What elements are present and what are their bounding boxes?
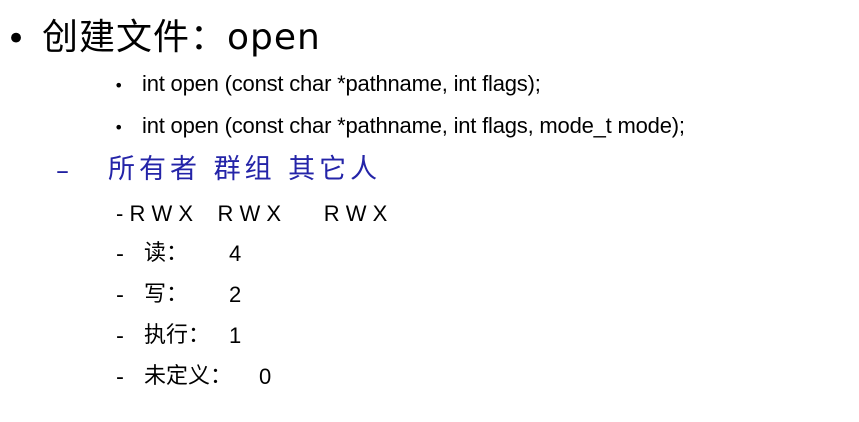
owner-header-dash: – xyxy=(56,156,69,186)
permission-dash: - xyxy=(116,324,124,349)
permission-label-read: 读： xyxy=(144,241,189,266)
title-bullet: • xyxy=(6,19,27,59)
signature-line: int open (const char *pathname, int flag… xyxy=(142,71,541,96)
rwx-line: - R W X R W X R W X xyxy=(116,201,388,226)
permission-value-undefined: 0 xyxy=(259,364,272,389)
signature-line: int open (const char *pathname, int flag… xyxy=(142,113,685,138)
permission-dash: - xyxy=(116,365,124,390)
slide-title: 创建文件：open xyxy=(42,17,321,58)
permission-dash: - xyxy=(116,242,124,267)
permission-value-execute: 1 xyxy=(229,323,242,348)
permission-label-undefined: 未定义： xyxy=(144,364,233,389)
permission-dash: - xyxy=(116,283,124,308)
signature-bullet: • xyxy=(114,76,124,95)
owner-group-others-header: 所有者 群组 其它人 xyxy=(108,154,382,185)
signature-bullet: • xyxy=(114,118,124,137)
permission-label-write: 写： xyxy=(144,282,189,307)
permission-value-write: 2 xyxy=(229,282,242,307)
permission-value-read: 4 xyxy=(229,241,242,266)
permission-label-execute: 执行： xyxy=(144,323,211,348)
